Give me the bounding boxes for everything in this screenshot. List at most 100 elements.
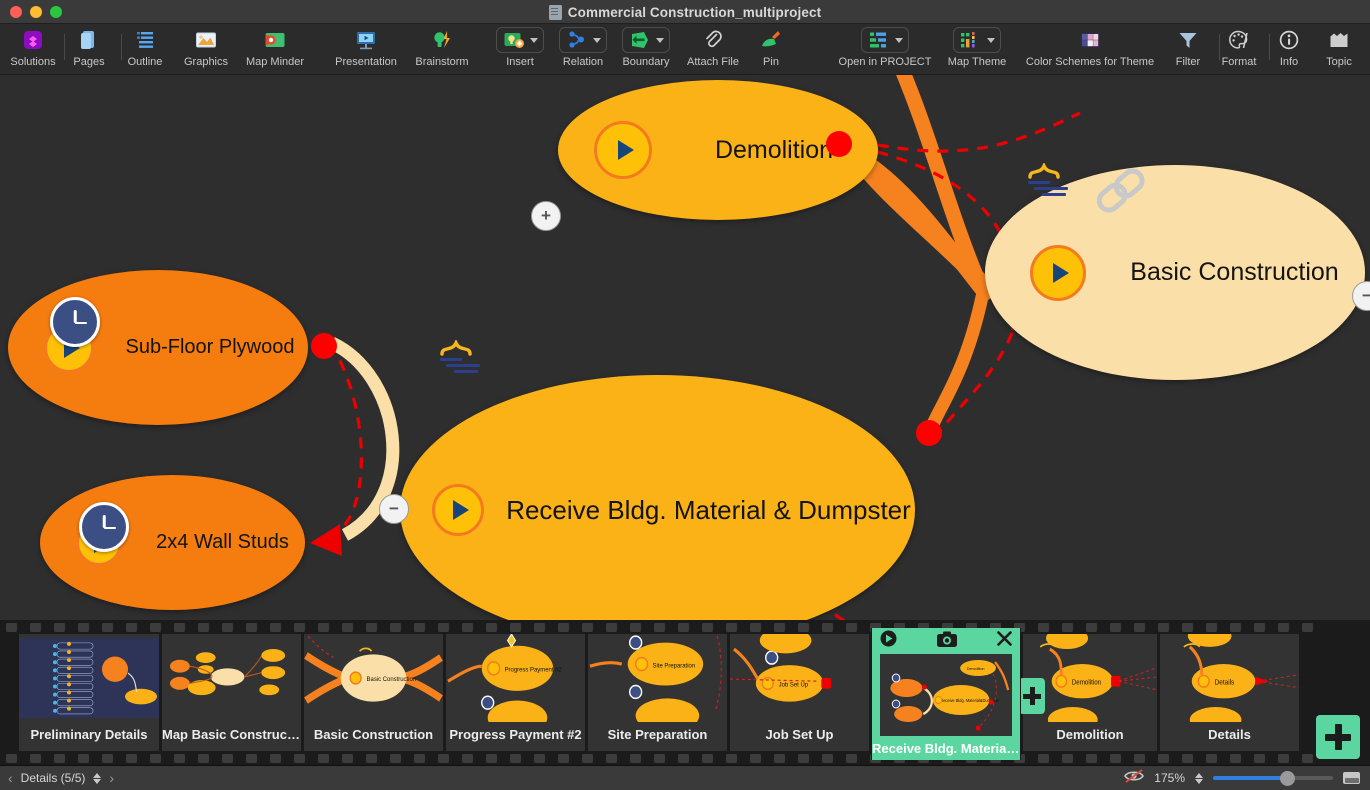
slide-thumbnail[interactable]: Site Preparation Site Preparation [587, 634, 728, 751]
slide-thumbnail[interactable]: Map Basic Construction [161, 634, 302, 751]
perforation-hole [534, 754, 545, 763]
slide-preview[interactable]: Basic Construction [304, 634, 443, 722]
relation-endpoint-dot[interactable] [311, 333, 337, 359]
slide-preview[interactable]: Receive Bldg. Material&Dumpster Demolitio… [880, 654, 1012, 736]
perforation-hole [1134, 623, 1145, 632]
note-annotation-icon[interactable] [440, 340, 502, 382]
maximize-window-button[interactable] [50, 5, 62, 18]
perforation-hole [1206, 623, 1217, 632]
slide-thumbnail[interactable]: Details Details [1159, 634, 1300, 751]
map-theme-icon [953, 27, 1001, 53]
toolbar-item-color-schemes-for-theme[interactable]: Color Schemes for Theme [1026, 27, 1154, 75]
eye-slash-icon[interactable] [1124, 768, 1145, 788]
toolbar-item-label: Brainstorm [415, 56, 469, 68]
slide-thumbnail-selected[interactable]: Receive Bldg. Material&Dumpster Demolitio… [871, 628, 1021, 760]
perforation-hole [1086, 623, 1097, 632]
play-icon[interactable] [880, 630, 897, 652]
zoom-stepper[interactable] [1195, 772, 1203, 784]
play-icon[interactable] [594, 121, 652, 179]
perforation-hole [438, 623, 449, 632]
slide-preview[interactable]: Site Preparation [588, 634, 727, 722]
slide-title: Details [1208, 727, 1251, 742]
chevron-left-icon[interactable]: ‹ [8, 770, 13, 786]
play-icon[interactable] [1030, 244, 1086, 301]
slide-preview[interactable] [19, 638, 159, 718]
slide-thumbnail[interactable]: Preliminary Details [18, 634, 160, 751]
perforation-hole [246, 754, 257, 763]
toolbar-separator [1269, 34, 1270, 60]
window-controls[interactable] [10, 5, 62, 18]
main-toolbar[interactable]: Solutions Pages Outline Graphics Map Minder P… [0, 24, 1370, 75]
perforation-hole [1158, 754, 1169, 763]
add-page-button[interactable] [1316, 715, 1360, 759]
relation-endpoint-dot[interactable] [916, 420, 942, 446]
slide-thumbnail[interactable]: Progress Payment #2 Progress Payment #2 [445, 634, 586, 751]
chevron-down-icon[interactable] [895, 37, 903, 43]
slide-filmstrip[interactable]: Preliminary Details Map Basic Constructio… [0, 620, 1370, 765]
zoom-slider[interactable] [1213, 770, 1333, 786]
open-in-project-icon-dropdown[interactable] [861, 27, 909, 53]
pin-icon [759, 27, 783, 53]
perforation-hole [1062, 623, 1073, 632]
perforation-hole [1302, 623, 1313, 632]
relation-endpoint-dot[interactable] [826, 131, 852, 157]
node-2x4-wall-studs[interactable]: 2x4 Wall Studs [40, 475, 305, 610]
slide-title: Map Basic Construction [162, 727, 301, 742]
perforation-hole [78, 623, 89, 632]
relation-arrowhead [310, 524, 342, 556]
perforation-hole [1038, 623, 1049, 632]
minimize-window-button[interactable] [30, 5, 42, 18]
perforation-hole [222, 754, 233, 763]
window-title: Commercial Construction_multiproject [567, 4, 822, 20]
slide-thumbnail[interactable]: Job Set Up Job Set Up [729, 634, 870, 751]
perforation-hole [294, 754, 305, 763]
clock-icon[interactable] [50, 297, 100, 347]
node-label: Basic Construction [1130, 258, 1339, 286]
slide-title: Basic Construction [313, 727, 434, 742]
perforation-hole [390, 623, 401, 632]
perforation-hole [342, 754, 353, 763]
toolbar-item-pin[interactable]: Pin [716, 27, 826, 75]
map-theme-icon-dropdown[interactable] [953, 27, 1001, 53]
slide-preview[interactable]: Details [1160, 634, 1299, 722]
slide-preview[interactable] [162, 634, 301, 722]
perforation-hole [1254, 754, 1265, 763]
add-slide-button[interactable] [1019, 678, 1045, 714]
mind-map-canvas[interactable]: Demolition Basic Construction Sub-Floor Pl… [0, 75, 1370, 620]
note-annotation-icon[interactable] [1028, 163, 1090, 205]
slide-thumbnail[interactable]: Basic Construction Basic Construction [303, 634, 444, 751]
chevron-down-icon[interactable] [987, 37, 995, 43]
camera-icon[interactable] [937, 631, 957, 652]
perforation-hole [846, 754, 857, 763]
toolbar-item-map-theme[interactable]: Map Theme [922, 27, 1032, 75]
expand-node-button[interactable]: + [531, 201, 561, 231]
toolbar-item-topic[interactable]: Topic [1284, 27, 1370, 75]
perforation-hole [630, 754, 641, 763]
clock-icon[interactable] [79, 502, 129, 552]
node-sub-floor-plywood[interactable]: Sub-Floor Plywood [8, 270, 308, 425]
perforation-hole [1038, 754, 1049, 763]
close-window-button[interactable] [10, 5, 22, 18]
close-icon[interactable] [997, 631, 1012, 651]
selected-slide-toolbar[interactable] [872, 628, 1020, 654]
status-bar[interactable]: ‹ Details (5/5) › 175% [0, 765, 1370, 790]
svg-text:Progress Payment #2: Progress Payment #2 [505, 666, 563, 673]
page-stepper[interactable] [93, 772, 102, 784]
slide-title: Preliminary Details [30, 727, 148, 742]
perforation-hole [1230, 754, 1241, 763]
chevron-right-icon[interactable]: › [109, 770, 114, 786]
perforation-hole [414, 623, 425, 632]
slide-preview[interactable]: Job Set Up [730, 634, 869, 722]
svg-text:Job Set Up: Job Set Up [779, 681, 809, 688]
view-mode-icon[interactable] [1343, 772, 1360, 784]
collapse-node-button[interactable]: − [379, 494, 409, 524]
perforation-hole [1254, 623, 1265, 632]
perforation-hole [30, 754, 41, 763]
play-icon[interactable] [432, 484, 484, 536]
slide-preview[interactable]: Progress Payment #2 [446, 634, 585, 722]
perforation-hole [270, 754, 281, 763]
slide-title: Job Set Up [765, 727, 834, 742]
node-label: Sub-Floor Plywood [125, 336, 295, 358]
svg-text:Demolition: Demolition [1072, 679, 1102, 686]
color-schemes-icon [1078, 27, 1102, 53]
